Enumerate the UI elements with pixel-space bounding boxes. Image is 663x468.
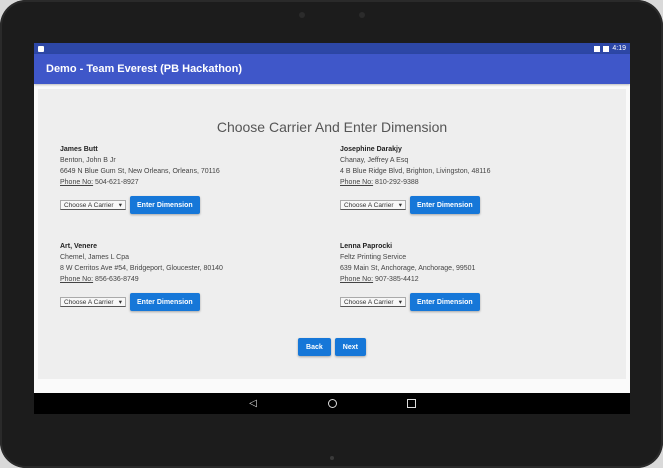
carrier-select-label: Choose A Carrier — [344, 201, 394, 209]
carrier-select[interactable]: Choose A Carrier ▾ — [340, 297, 406, 307]
dropdown-arrow-icon: ▾ — [398, 298, 402, 306]
enter-dimension-button[interactable]: Enter Dimension — [410, 196, 480, 214]
enter-dimension-button[interactable]: Enter Dimension — [130, 196, 200, 214]
carrier-select-label: Choose A Carrier — [64, 201, 114, 209]
recipient-phone-row: Phone No: 907-385-4412 — [340, 274, 560, 285]
enter-dimension-button[interactable]: Enter Dimension — [410, 293, 480, 311]
recipient-name: James Butt — [60, 146, 98, 153]
recipient-name: Lenna Paprocki — [340, 243, 393, 250]
recipient-phone: 907-385-4412 — [375, 276, 419, 283]
tablet-frame: 4:19 Demo - Team Everest (PB Hackathon) … — [0, 0, 663, 468]
status-bar: 4:19 — [34, 43, 630, 54]
next-button[interactable]: Next — [334, 338, 366, 356]
status-icons: 4:19 — [594, 45, 626, 52]
app-bar: Demo - Team Everest (PB Hackathon) — [34, 54, 630, 84]
recipient-phone: 504-621-8927 — [95, 179, 139, 186]
home-circle-icon[interactable] — [325, 397, 339, 411]
wizard-nav: Back Next — [38, 338, 626, 356]
recipient-card: James Butt Benton, John B Jr 6649 N Blue… — [60, 144, 280, 214]
phone-label: Phone No: — [340, 276, 374, 283]
carrier-select[interactable]: Choose A Carrier ▾ — [60, 297, 126, 307]
main-content: Choose Carrier And Enter Dimension James… — [38, 89, 626, 379]
front-camera — [299, 12, 305, 18]
recipient-phone-row: Phone No: 856-636-8749 — [60, 274, 280, 285]
notification-icon — [38, 45, 44, 52]
phone-label: Phone No: — [340, 179, 374, 186]
dropdown-arrow-icon: ▾ — [118, 298, 122, 306]
recipient-card: Lenna Paprocki Feltz Printing Service 63… — [340, 241, 560, 311]
recipient-contact: Chemel, James L Cpa — [60, 254, 129, 261]
recipient-address: 6649 N Blue Gum St, New Orleans, Orleans… — [60, 168, 220, 175]
carrier-select-label: Choose A Carrier — [344, 298, 394, 306]
dropdown-arrow-icon: ▾ — [398, 201, 402, 209]
system-nav-bar: ◁ — [34, 393, 630, 414]
recipient-phone: 856-636-8749 — [95, 276, 139, 283]
home-indicator-dot — [330, 456, 334, 460]
carrier-select[interactable]: Choose A Carrier ▾ — [340, 200, 406, 210]
recipient-name: Art, Venere — [60, 243, 97, 250]
sensor — [359, 12, 365, 18]
card-controls: Choose A Carrier ▾ Enter Dimension — [60, 196, 280, 214]
recipient-card: Art, Venere Chemel, James L Cpa 8 W Cerr… — [60, 241, 280, 311]
status-time: 4:19 — [612, 45, 626, 52]
phone-label: Phone No: — [60, 276, 94, 283]
recipient-contact: Benton, John B Jr — [60, 157, 116, 164]
dropdown-arrow-icon: ▾ — [118, 201, 122, 209]
carrier-select[interactable]: Choose A Carrier ▾ — [60, 200, 126, 210]
recipient-contact: Chanay, Jeffrey A Esq — [340, 157, 409, 164]
recipient-address: 639 Main St, Anchorage, Anchorage, 99501 — [340, 265, 476, 272]
recents-square-icon[interactable] — [404, 397, 418, 411]
enter-dimension-button[interactable]: Enter Dimension — [130, 293, 200, 311]
carrier-select-label: Choose A Carrier — [64, 298, 114, 306]
recipient-phone-row: Phone No: 810-292-9388 — [340, 177, 560, 188]
recipient-address: 4 B Blue Ridge Blvd, Brighton, Livingsto… — [340, 168, 491, 175]
battery-icon — [603, 45, 610, 52]
back-triangle-icon[interactable]: ◁ — [246, 397, 260, 411]
recipient-contact: Feltz Printing Service — [340, 254, 407, 261]
recipient-name: Josephine Darakjy — [340, 146, 402, 153]
recipient-phone-row: Phone No: 504-621-8927 — [60, 177, 280, 188]
card-controls: Choose A Carrier ▾ Enter Dimension — [340, 196, 560, 214]
app-title: Demo - Team Everest (PB Hackathon) — [46, 63, 243, 75]
phone-label: Phone No: — [60, 179, 94, 186]
back-button[interactable]: Back — [298, 338, 331, 356]
card-controls: Choose A Carrier ▾ Enter Dimension — [340, 293, 560, 311]
screen: 4:19 Demo - Team Everest (PB Hackathon) … — [34, 43, 630, 414]
recipient-address: 8 W Cerritos Ave #54, Bridgeport, Glouce… — [60, 265, 223, 272]
signal-icon — [594, 45, 601, 52]
recipient-phone: 810-292-9388 — [375, 179, 419, 186]
page-title: Choose Carrier And Enter Dimension — [216, 119, 448, 135]
card-controls: Choose A Carrier ▾ Enter Dimension — [60, 293, 280, 311]
recipient-card: Josephine Darakjy Chanay, Jeffrey A Esq … — [340, 144, 560, 214]
